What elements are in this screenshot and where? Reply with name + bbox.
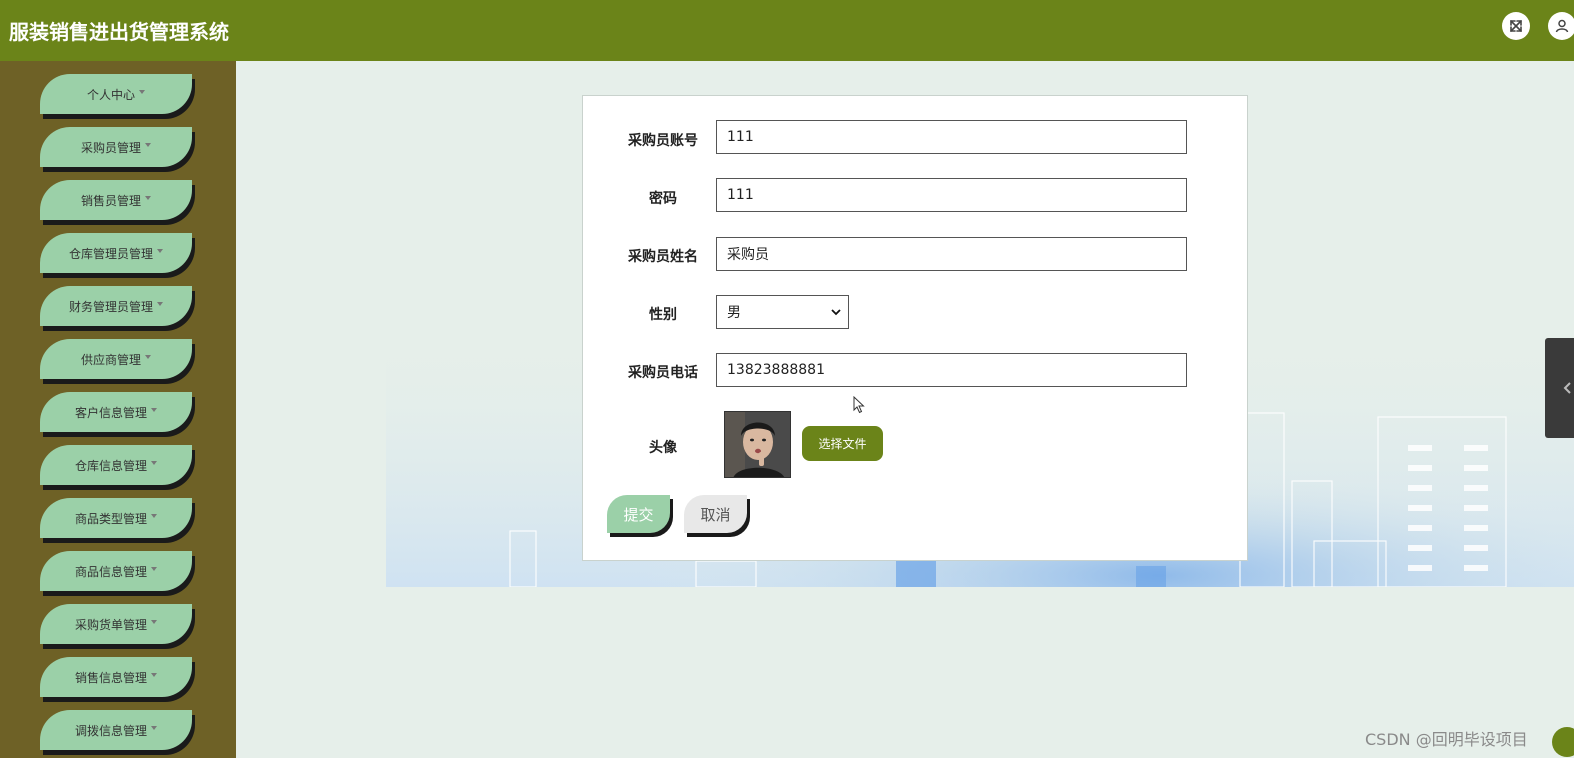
fullscreen-button[interactable]: [1502, 12, 1530, 40]
sidebar-item-label: 销售员管理: [80, 193, 141, 208]
main-content: 采购员账号 密码 采购员姓名 性别 男 采购员电话 头像: [236, 61, 1574, 758]
sidebar-item-salesperson-management[interactable]: 销售员管理: [40, 180, 192, 220]
avatar-photo: [725, 412, 790, 477]
sidebar-item-customer-info-management[interactable]: 客户信息管理: [40, 392, 192, 432]
gender-label: 性别: [649, 307, 677, 323]
caret-down-icon: [157, 302, 163, 306]
gender-selected-value: 男: [727, 305, 741, 321]
sidebar-item-purchase-order-management[interactable]: 采购货单管理: [40, 604, 192, 644]
sidebar: 个人中心 采购员管理 销售员管理 仓库管理员管理 财务管理员管理 供应商管理 客…: [0, 61, 236, 758]
sidebar-item-label: 采购货单管理: [74, 617, 147, 632]
sidebar-item-supplier-management[interactable]: 供应商管理: [40, 339, 192, 379]
gender-select[interactable]: 男: [716, 295, 849, 329]
back-to-top-button[interactable]: [1552, 727, 1574, 757]
caret-down-icon: [151, 620, 157, 624]
chevron-down-icon: [831, 309, 841, 316]
caret-down-icon: [151, 514, 157, 518]
cancel-button[interactable]: 取消: [684, 495, 747, 533]
caret-down-icon: [151, 673, 157, 677]
caret-down-icon: [151, 461, 157, 465]
sidebar-item-warehouse-admin-management[interactable]: 仓库管理员管理: [40, 233, 192, 273]
expand-icon: [1510, 20, 1522, 32]
sidebar-item-purchaser-management[interactable]: 采购员管理: [40, 127, 192, 167]
sidebar-item-label: 商品信息管理: [74, 564, 147, 579]
sidebar-item-label: 供应商管理: [80, 352, 141, 367]
caret-down-icon: [157, 249, 163, 253]
user-button[interactable]: [1548, 12, 1574, 40]
phone-input[interactable]: [716, 353, 1187, 387]
avatar-label: 头像: [649, 440, 677, 456]
sidebar-item-label: 销售信息管理: [74, 670, 147, 685]
phone-label: 采购员电话: [628, 365, 698, 381]
sidebar-item-label: 仓库管理员管理: [68, 246, 153, 261]
user-icon: [1555, 19, 1569, 33]
caret-down-icon: [151, 567, 157, 571]
caret-down-icon: [139, 90, 145, 94]
app-title: 服装销售进出货管理系统: [9, 20, 229, 44]
account-label: 采购员账号: [628, 133, 698, 149]
sidebar-item-personal-center[interactable]: 个人中心: [40, 74, 192, 114]
avatar-image: [724, 411, 791, 478]
caret-down-icon: [151, 726, 157, 730]
mouse-cursor-icon: [853, 396, 865, 414]
sidebar-item-transfer-info-management[interactable]: 调拨信息管理: [40, 710, 192, 750]
chevron-left-icon: [1563, 382, 1571, 394]
side-drawer-tab[interactable]: [1545, 338, 1574, 438]
caret-down-icon: [145, 355, 151, 359]
purchaser-form-card: 采购员账号 密码 采购员姓名 性别 男 采购员电话 头像: [582, 95, 1248, 561]
account-input[interactable]: [716, 120, 1187, 154]
sidebar-item-finance-admin-management[interactable]: 财务管理员管理: [40, 286, 192, 326]
csdn-watermark: CSDN @回明毕设项目: [1365, 730, 1528, 749]
sidebar-item-label: 商品类型管理: [74, 511, 147, 526]
name-label: 采购员姓名: [628, 249, 698, 265]
sidebar-item-label: 客户信息管理: [74, 405, 147, 420]
name-input[interactable]: [716, 237, 1187, 271]
caret-down-icon: [145, 196, 151, 200]
sidebar-item-label: 采购员管理: [80, 140, 141, 155]
sidebar-item-product-info-management[interactable]: 商品信息管理: [40, 551, 192, 591]
password-input[interactable]: [716, 178, 1187, 212]
caret-down-icon: [145, 143, 151, 147]
password-label: 密码: [649, 191, 677, 207]
top-header: 服装销售进出货管理系统: [0, 0, 1574, 61]
sidebar-item-label: 调拨信息管理: [74, 723, 147, 738]
sidebar-item-label: 财务管理员管理: [68, 299, 153, 314]
submit-button[interactable]: 提交: [607, 495, 670, 533]
sidebar-item-warehouse-info-management[interactable]: 仓库信息管理: [40, 445, 192, 485]
choose-file-button[interactable]: 选择文件: [802, 426, 883, 461]
caret-down-icon: [151, 408, 157, 412]
sidebar-item-label: 个人中心: [86, 87, 135, 102]
sidebar-item-label: 仓库信息管理: [74, 458, 147, 473]
sidebar-item-product-type-management[interactable]: 商品类型管理: [40, 498, 192, 538]
sidebar-item-sales-info-management[interactable]: 销售信息管理: [40, 657, 192, 697]
